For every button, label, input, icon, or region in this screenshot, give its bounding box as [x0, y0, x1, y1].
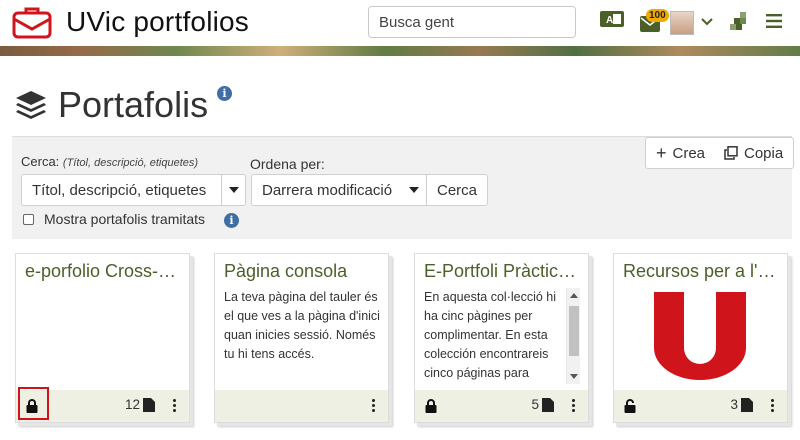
copy-icon	[724, 146, 738, 160]
chevron-down-icon[interactable]	[701, 18, 713, 26]
description-scrollbar[interactable]	[566, 288, 580, 384]
chevron-down-icon	[221, 175, 245, 205]
info-icon[interactable]: i	[217, 86, 232, 101]
search-input[interactable]	[369, 7, 575, 37]
page-count-value: 3	[730, 397, 738, 412]
order-select[interactable]: Darrera modificació	[251, 174, 427, 206]
card-footer: 5	[415, 390, 588, 422]
card-title[interactable]: e-porfolio Cross-C...	[25, 261, 183, 282]
show-submitted-row: Mostra portafolis tramitats	[23, 211, 205, 227]
card-title[interactable]: Recursos per a l'ú...	[623, 261, 781, 282]
app-title[interactable]: UVic portfolios	[66, 6, 249, 38]
card-footer: 3	[614, 390, 787, 422]
people-search	[368, 6, 576, 38]
more-options-icon[interactable]	[771, 399, 775, 414]
info-icon[interactable]: i	[224, 213, 239, 228]
page-count: 12	[125, 397, 155, 412]
u-logo-image	[654, 292, 746, 380]
layers-icon	[16, 91, 46, 119]
more-options-icon[interactable]	[572, 399, 576, 414]
portfolio-card[interactable]: Pàgina consola La teva pàgina del tauler…	[214, 253, 389, 423]
card-footer	[215, 390, 388, 422]
lock-highlight-box	[18, 387, 49, 420]
avatar[interactable]	[670, 11, 694, 35]
portfolio-card[interactable]: E-Portfoli Pràcticu... En aquesta col·le…	[414, 253, 589, 423]
page-count: 5	[531, 397, 554, 412]
page-title: Portafolis	[58, 84, 209, 125]
page-heading: Portafolis	[14, 84, 208, 126]
create-button[interactable]: + Crea	[645, 137, 717, 169]
portfolio-card[interactable]: Recursos per a l'ú... 3	[613, 253, 788, 423]
card-description: En aquesta col·lecció hi ha cinc pàgines…	[424, 290, 557, 380]
show-submitted-checkbox[interactable]	[23, 213, 34, 225]
search-type-value: Títol, descripció, etiquetes	[32, 181, 207, 199]
card-description: La teva pàgina del tauler és el que ves …	[224, 290, 380, 361]
file-icon	[542, 397, 554, 412]
order-label: Ordena per:	[250, 156, 325, 172]
page-count-value: 12	[124, 397, 140, 412]
menu-icon[interactable]	[766, 14, 782, 28]
plus-icon: +	[656, 143, 667, 163]
admin-icon[interactable]	[730, 12, 750, 32]
svg-text:A: A	[606, 15, 613, 26]
copy-button[interactable]: Copia	[714, 137, 795, 169]
more-options-icon[interactable]	[173, 399, 177, 414]
unlock-icon[interactable]	[624, 399, 636, 413]
portfolio-logo-icon[interactable]	[12, 5, 52, 39]
lock-icon[interactable]	[425, 399, 437, 413]
top-header: UVic portfolios A 100	[0, 0, 800, 48]
card-title[interactable]: E-Portfoli Pràcticu...	[424, 261, 582, 282]
copy-label: Copia	[744, 144, 784, 162]
page-count: 3	[730, 397, 753, 412]
page-count-value: 5	[531, 397, 539, 412]
search-hint: (Títol, descripció, etiquetes)	[62, 157, 199, 169]
search-label: Cerca: (Títol, descripció, etiquetes)	[21, 154, 198, 169]
search-label-text: Cerca:	[21, 154, 60, 169]
order-value: Darrera modificació	[262, 181, 393, 199]
show-submitted-label: Mostra portafolis tramitats	[44, 211, 206, 227]
search-type-select[interactable]: Títol, descripció, etiquetes	[21, 174, 246, 206]
card-title[interactable]: Pàgina consola	[224, 261, 382, 282]
file-icon	[741, 397, 753, 412]
more-options-icon[interactable]	[372, 399, 376, 414]
language-icon[interactable]: A	[600, 10, 624, 28]
notification-badge: 100	[646, 9, 669, 22]
filter-search-button[interactable]: Cerca	[426, 174, 489, 206]
create-label: Crea	[672, 144, 706, 162]
file-icon	[143, 397, 155, 412]
chevron-down-icon	[402, 175, 426, 205]
header-banner-stripe	[0, 46, 800, 56]
